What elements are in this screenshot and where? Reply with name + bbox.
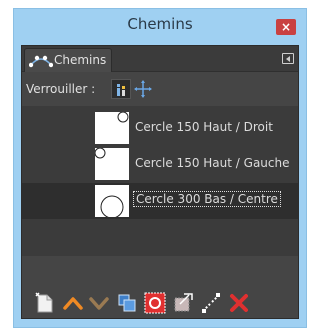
lock-pixels-icon xyxy=(117,84,125,96)
lock-pixels-button[interactable] xyxy=(111,79,131,99)
window-title: Chemins xyxy=(127,15,193,33)
tab-bar: Chemins xyxy=(22,46,298,72)
path-row-cercle-300-bas-centre[interactable]: Cercle 300 Bas / Centre xyxy=(22,183,298,219)
tab-paths[interactable]: Chemins xyxy=(24,48,112,72)
path-to-selection-icon[interactable] xyxy=(144,292,166,314)
path-row-cercle-150-haut-gauche[interactable]: Cercle 150 Haut / Gauche xyxy=(22,146,298,182)
lock-position-button[interactable] xyxy=(133,79,153,99)
raise-path-icon[interactable] xyxy=(62,292,84,314)
paths-dialog-window: Chemins × Chemins Verrouiller : Cercle 1… xyxy=(13,8,307,328)
stroke-path-icon[interactable] xyxy=(200,292,222,314)
paths-icon xyxy=(29,55,53,68)
lock-bar: Verrouiller : xyxy=(22,72,298,106)
path-name: Cercle 300 Bas / Centre xyxy=(133,191,281,207)
lock-position-icon xyxy=(134,80,152,98)
dock-panel: Chemins Verrouiller : Cercle 150 Haut / … xyxy=(21,45,299,319)
tab-label: Chemins xyxy=(54,53,107,67)
title-bar[interactable]: Chemins × xyxy=(14,9,306,41)
duplicate-path-icon[interactable] xyxy=(116,292,138,314)
lock-label: Verrouiller : xyxy=(26,82,96,96)
path-name: Cercle 150 Haut / Droit xyxy=(135,120,273,134)
new-path-icon[interactable] xyxy=(34,292,56,314)
path-thumbnail xyxy=(95,148,129,180)
selection-to-path-icon[interactable] xyxy=(172,292,194,314)
tab-menu-button[interactable] xyxy=(282,53,294,64)
paths-toolbar xyxy=(22,286,298,318)
close-button[interactable]: × xyxy=(276,19,296,35)
path-name: Cercle 150 Haut / Gauche xyxy=(135,156,290,170)
delete-path-icon[interactable] xyxy=(228,292,250,314)
path-thumbnail xyxy=(95,185,129,217)
paths-list: Cercle 150 Haut / Droit Cercle 150 Haut … xyxy=(22,106,298,256)
path-row-cercle-150-haut-droit[interactable]: Cercle 150 Haut / Droit xyxy=(22,110,298,146)
lower-path-icon[interactable] xyxy=(88,292,110,314)
path-thumbnail xyxy=(95,112,129,144)
